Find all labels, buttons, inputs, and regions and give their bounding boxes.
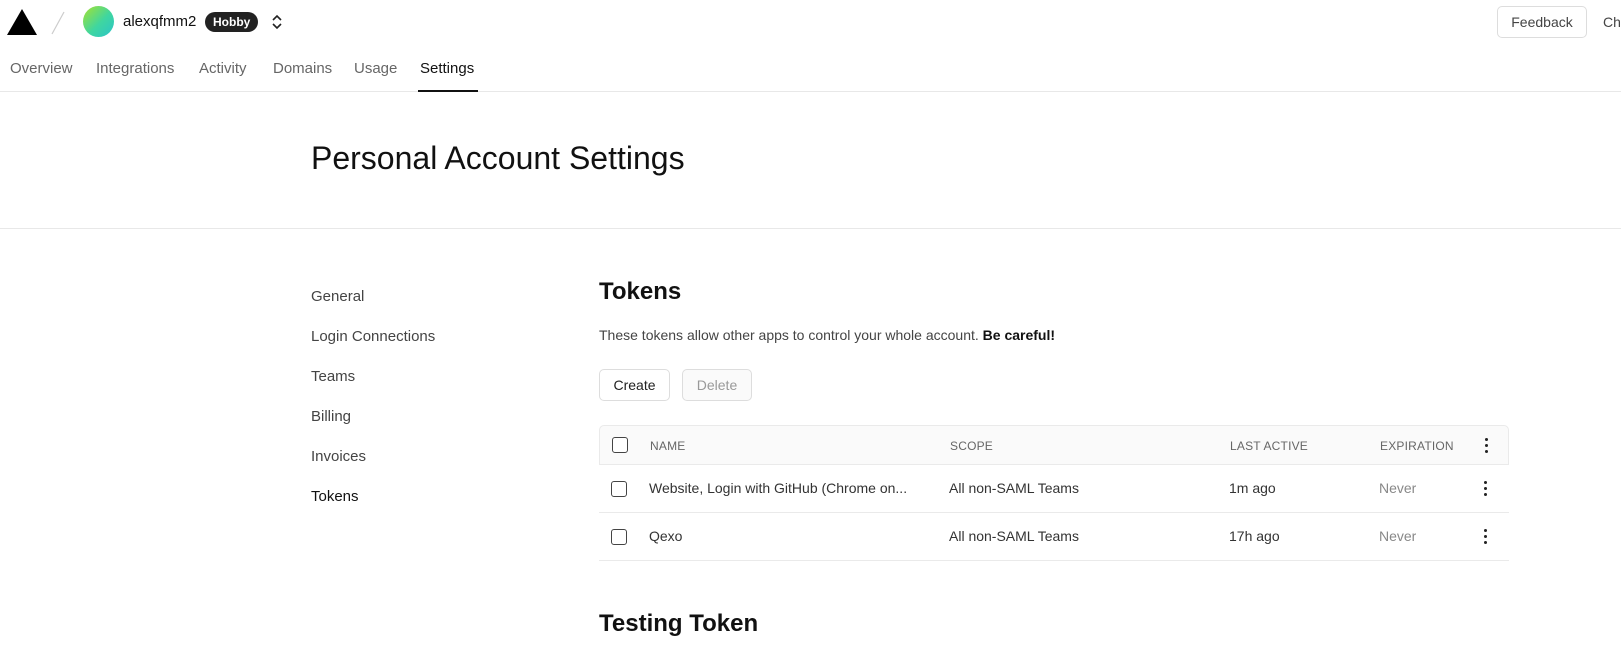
testing-token-title: Testing Token xyxy=(599,610,759,637)
sidebar-item-tokens[interactable]: Tokens xyxy=(311,488,359,505)
tab-integrations[interactable]: Integrations xyxy=(96,60,174,77)
triangle-logo-icon[interactable] xyxy=(7,9,37,35)
sidebar-item-billing[interactable]: Billing xyxy=(311,408,351,425)
top-bar: alexqfmm2 Hobby Feedback Ch xyxy=(0,0,1621,44)
tab-domains[interactable]: Domains xyxy=(273,60,332,77)
tokens-warning: Be careful! xyxy=(982,327,1056,343)
token-name: Qexo xyxy=(649,528,683,544)
tokens-description: These tokens allow other apps to control… xyxy=(599,327,1055,343)
column-header-scope[interactable]: SCOPE xyxy=(950,439,993,453)
token-scope: All non-SAML Teams xyxy=(949,528,1079,544)
token-name: Website, Login with GitHub (Chrome on... xyxy=(649,480,908,496)
select-all-checkbox[interactable] xyxy=(612,437,628,453)
column-header-last-active[interactable]: LAST ACTIVE xyxy=(1230,439,1308,453)
chevron-up-down-icon[interactable] xyxy=(270,12,284,32)
page-title: Personal Account Settings xyxy=(311,140,685,176)
table-row[interactable]: Qexo All non-SAML Teams 17h ago Never xyxy=(599,513,1509,561)
sidebar-item-invoices[interactable]: Invoices xyxy=(311,448,366,465)
feedback-button[interactable]: Feedback xyxy=(1497,6,1587,38)
row-checkbox[interactable] xyxy=(611,481,627,497)
tab-usage[interactable]: Usage xyxy=(354,60,397,77)
token-scope: All non-SAML Teams xyxy=(949,480,1079,496)
token-last-active: 1m ago xyxy=(1229,480,1276,496)
account-name[interactable]: alexqfmm2 xyxy=(123,13,196,30)
divider xyxy=(0,228,1621,229)
delete-token-button[interactable]: Delete xyxy=(682,369,752,401)
more-vertical-icon[interactable] xyxy=(1483,438,1489,454)
more-vertical-icon[interactable] xyxy=(1482,481,1488,497)
header-link-clipped[interactable]: Ch xyxy=(1603,14,1621,30)
create-token-button[interactable]: Create xyxy=(599,369,670,401)
table-row[interactable]: Website, Login with GitHub (Chrome on...… xyxy=(599,465,1509,513)
tab-activity[interactable]: Activity xyxy=(199,60,247,77)
token-expiration: Never xyxy=(1379,528,1417,544)
table-header: NAME SCOPE LAST ACTIVE EXPIRATION xyxy=(599,425,1509,465)
sidebar-item-general[interactable]: General xyxy=(311,288,364,305)
separator-slash-icon xyxy=(51,11,65,35)
tokens-description-text: These tokens allow other apps to control… xyxy=(599,327,979,343)
sidebar-item-teams[interactable]: Teams xyxy=(311,368,355,385)
active-tab-indicator xyxy=(418,90,478,92)
tab-settings[interactable]: Settings xyxy=(420,60,474,77)
sidebar-item-login-connections[interactable]: Login Connections xyxy=(311,328,435,345)
row-checkbox[interactable] xyxy=(611,529,627,545)
column-header-expiration[interactable]: EXPIRATION xyxy=(1380,439,1454,453)
plan-badge: Hobby xyxy=(205,12,259,32)
more-vertical-icon[interactable] xyxy=(1482,529,1488,545)
token-expiration: Never xyxy=(1379,480,1417,496)
main-tabs: Overview Integrations Activity Domains U… xyxy=(0,52,1621,92)
avatar[interactable] xyxy=(83,6,114,37)
tokens-section-title: Tokens xyxy=(599,278,682,305)
token-last-active: 17h ago xyxy=(1229,528,1280,544)
column-header-name[interactable]: NAME xyxy=(650,439,685,453)
tab-overview[interactable]: Overview xyxy=(10,60,73,77)
